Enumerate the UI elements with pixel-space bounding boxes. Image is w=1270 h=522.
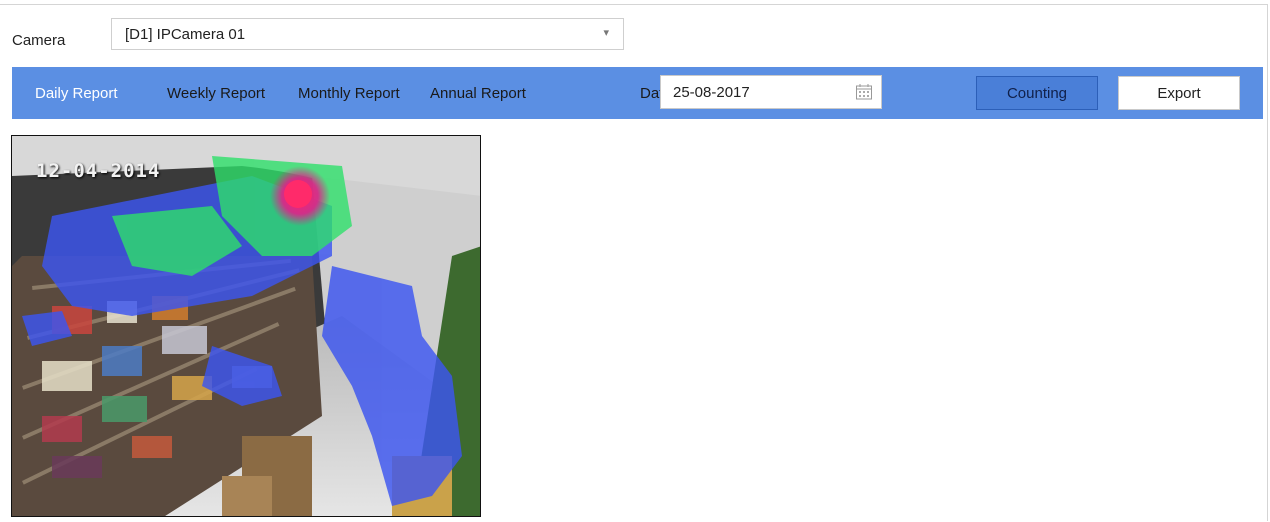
tab-monthly-report[interactable]: Monthly Report <box>298 85 400 102</box>
camera-select-value: [D1] IPCamera 01 <box>125 26 246 43</box>
camera-label: Camera <box>12 32 66 49</box>
tab-daily-report[interactable]: Daily Report <box>35 85 118 102</box>
counting-button[interactable]: Counting <box>976 76 1098 110</box>
date-value: 25-08-2017 <box>673 84 750 101</box>
date-field[interactable]: 25-08-2017 <box>660 75 882 109</box>
heatmap-image <box>12 136 480 516</box>
report-toolbar: Daily Report Weekly Report Monthly Repor… <box>12 67 1263 119</box>
camera-select[interactable]: [D1] IPCamera 01 ▾ <box>111 18 624 50</box>
heatmap-video-frame: 12-04-2014 <box>11 135 481 517</box>
export-button[interactable]: Export <box>1118 76 1240 110</box>
calendar-icon[interactable] <box>855 83 873 101</box>
tab-weekly-report[interactable]: Weekly Report <box>167 85 265 102</box>
video-timestamp: 12-04-2014 <box>36 160 161 182</box>
tab-annual-report[interactable]: Annual Report <box>430 85 526 102</box>
chevron-down-icon: ▾ <box>603 27 609 39</box>
